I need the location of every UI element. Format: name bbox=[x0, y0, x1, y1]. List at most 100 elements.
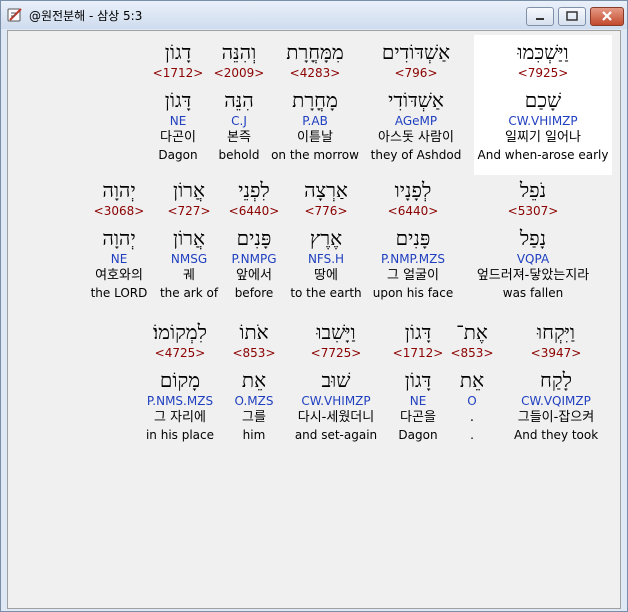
english-gloss: before bbox=[234, 286, 274, 300]
strong-number[interactable]: <6440> bbox=[368, 203, 458, 219]
word-cell[interactable]: אֲרוֹן <727> אֲרוֹן NMSG 궤 the ark of bbox=[158, 177, 220, 301]
hebrew-word: אֶת־ bbox=[456, 320, 488, 344]
hebrew-word: וַיַּשְׁכִּמוּ bbox=[517, 40, 569, 64]
strong-number[interactable]: <2009> bbox=[212, 65, 266, 81]
word-cell[interactable]: אֹתוֹ <853> אֵת O.MZS 그를 him bbox=[228, 319, 280, 443]
english-gloss: . bbox=[470, 428, 474, 442]
strong-number[interactable]: <6440> bbox=[224, 203, 284, 219]
english-gloss: the ark of bbox=[159, 286, 219, 300]
minimize-button[interactable] bbox=[526, 7, 554, 26]
lemma-word: אֵת bbox=[241, 368, 267, 392]
strong-number[interactable]: <727> bbox=[158, 203, 220, 219]
lemma-word: דָּגוֹן bbox=[164, 88, 192, 112]
word-cell[interactable]: אַרְצָה <776> אֶרֶץ NFS.H 땅에 to the eart… bbox=[286, 177, 366, 301]
lemma-word: פָּנִים bbox=[395, 226, 431, 250]
english-gloss: And when-arose early bbox=[477, 148, 609, 162]
lemma-word: מָקוֹם bbox=[159, 368, 201, 392]
morph-code: P.NMS.MZS bbox=[146, 394, 214, 408]
english-gloss: upon his face bbox=[372, 286, 454, 300]
english-gloss: in his place bbox=[145, 428, 215, 442]
korean-gloss: 그를 bbox=[242, 410, 266, 425]
strong-number[interactable]: <1712> bbox=[152, 65, 204, 81]
korean-gloss: 그 자리에 bbox=[154, 410, 206, 425]
morph-code: NFS.H bbox=[307, 252, 345, 266]
strong-number[interactable]: <4283> bbox=[268, 65, 362, 81]
hebrew-word: מִמָּחֳרָת bbox=[286, 40, 344, 64]
korean-gloss: 궤 bbox=[183, 268, 195, 283]
title-bar[interactable]: @원전분해 - 삼상 5:3 bbox=[1, 1, 627, 29]
lemma-word: הִנֵּה bbox=[224, 88, 254, 112]
lemma-word: לָקַח bbox=[540, 368, 572, 392]
strong-number[interactable]: <853> bbox=[228, 345, 280, 361]
english-gloss: and set-again bbox=[294, 428, 378, 442]
lemma-word: נָפַל bbox=[519, 226, 547, 250]
english-gloss: to the earth bbox=[290, 286, 362, 300]
maximize-icon bbox=[566, 11, 578, 21]
lemma-word: אֲרוֹן bbox=[172, 226, 206, 250]
strong-number[interactable]: <3068> bbox=[84, 203, 154, 219]
word-cell[interactable]: וַיַּשְׁכִּמוּ <7925> שָׁכַם CW.VHIMZP 일… bbox=[474, 35, 612, 175]
strong-number[interactable]: <7925> bbox=[474, 65, 612, 81]
strong-number[interactable]: <4725> bbox=[134, 345, 226, 361]
english-gloss: they of Ashdod bbox=[370, 148, 462, 162]
morph-code: O bbox=[467, 394, 477, 408]
hebrew-word: נֹפֵל bbox=[519, 178, 547, 202]
morph-code: NE bbox=[110, 252, 128, 266]
morph-code: NMSG bbox=[170, 252, 208, 266]
english-gloss: Dagon bbox=[398, 428, 438, 442]
word-cell[interactable]: מִמָּחֳרָת <4283> מָחֳרָת P.AB 이튿날 on th… bbox=[268, 35, 362, 163]
app-logo-icon bbox=[7, 8, 22, 22]
korean-gloss: 본즉 bbox=[227, 130, 251, 145]
word-cell[interactable]: אַשְׁדּוֹדִים <796> אַשְׁדּוֹדִי AGeMP 아… bbox=[364, 35, 468, 163]
word-cell[interactable]: לִמְקוֹמוֹ׃ <4725> מָקוֹם P.NMS.MZS 그 자리… bbox=[134, 319, 226, 443]
word-cell[interactable]: לְפָנָיו <6440> פָּנִים P.NMP.MZS 그 얼굴이 … bbox=[368, 177, 458, 301]
word-cell[interactable]: נֹפֵל <5307> נָפַל VQPA 엎드러져-닿았는지라 was f… bbox=[462, 177, 604, 301]
morph-code: CW.VHIMZP bbox=[301, 394, 371, 408]
english-gloss: the LORD bbox=[90, 286, 148, 300]
morph-code: P.NMPG bbox=[231, 252, 277, 266]
strong-number[interactable]: <776> bbox=[286, 203, 366, 219]
word-cell[interactable]: אֶת־ <853> אֵת O . . bbox=[448, 319, 496, 443]
word-cell[interactable]: יְהוָה <3068> יְהוָה NE 여호와의 the LORD bbox=[84, 177, 154, 301]
morph-code: P.AB bbox=[302, 114, 328, 128]
hebrew-word: לִפְנֵי bbox=[238, 178, 270, 202]
strong-number[interactable]: <3947> bbox=[514, 345, 598, 361]
korean-gloss: 여호와의 bbox=[95, 268, 143, 283]
korean-gloss: 이튿날 bbox=[297, 130, 333, 145]
hebrew-word: וְהִנֵּה bbox=[221, 40, 257, 64]
hebrew-word: אַשְׁדּוֹדִים bbox=[381, 40, 451, 64]
lemma-word: שָׁכַם bbox=[524, 88, 562, 112]
strong-number[interactable]: <7725> bbox=[286, 345, 386, 361]
korean-gloss: 다시-세웠더니 bbox=[297, 410, 375, 425]
hebrew-word: אַרְצָה bbox=[304, 178, 348, 202]
strong-number[interactable]: <853> bbox=[448, 345, 496, 361]
lemma-word: יְהוָה bbox=[102, 226, 136, 250]
word-cell[interactable]: דָּגוֹן <1712> דָּגוֹן NE 다곤을 Dagon bbox=[386, 319, 450, 443]
english-gloss: behold bbox=[218, 148, 260, 162]
korean-gloss: 땅에 bbox=[314, 268, 338, 283]
word-cell[interactable]: וַיָּשִׁבוּ <7725> שׁוּב CW.VHIMZP 다시-세웠… bbox=[286, 319, 386, 443]
korean-gloss: . bbox=[469, 410, 475, 425]
window-title: @원전분해 - 삼상 5:3 bbox=[29, 9, 143, 23]
maximize-button[interactable] bbox=[558, 7, 586, 26]
english-gloss: Dagon bbox=[158, 148, 198, 162]
close-button[interactable] bbox=[590, 7, 624, 26]
hebrew-word: יְהוָה bbox=[102, 178, 136, 202]
hebrew-word: לִמְקוֹמוֹ׃ bbox=[152, 320, 207, 344]
morph-code: O.MZS bbox=[234, 394, 274, 408]
word-cell[interactable]: וְהִנֵּה <2009> הִנֵּה C.J 본즉 behold bbox=[212, 35, 266, 163]
korean-gloss: 일찌기 일어나 bbox=[505, 130, 581, 145]
word-cell[interactable]: וַיִּקְחוּ <3947> לָקַח CW.VQIMZP 그들이-잡으… bbox=[514, 319, 598, 443]
strong-number[interactable]: <796> bbox=[364, 65, 468, 81]
morph-code: C.J bbox=[231, 114, 247, 128]
strong-number[interactable]: <1712> bbox=[386, 345, 450, 361]
strong-number[interactable]: <5307> bbox=[462, 203, 604, 219]
minimize-icon bbox=[536, 18, 544, 20]
korean-gloss: 그들이-잡으켜 bbox=[517, 410, 595, 425]
hebrew-word: דָגוֹן bbox=[164, 40, 192, 64]
word-cell[interactable]: לִפְנֵי <6440> פָּנִים P.NMPG 앞에서 before bbox=[224, 177, 284, 301]
morph-code: CW.VHIMZP bbox=[508, 114, 578, 128]
english-gloss: on the morrow bbox=[271, 148, 359, 162]
word-cell[interactable]: דָגוֹן <1712> דָּגוֹן NE 다곤이 Dagon bbox=[152, 35, 204, 163]
app-window: @원전분해 - 삼상 5:3 וַיַּשְׁכִּמוּ <7925> שָׁ… bbox=[0, 0, 628, 612]
